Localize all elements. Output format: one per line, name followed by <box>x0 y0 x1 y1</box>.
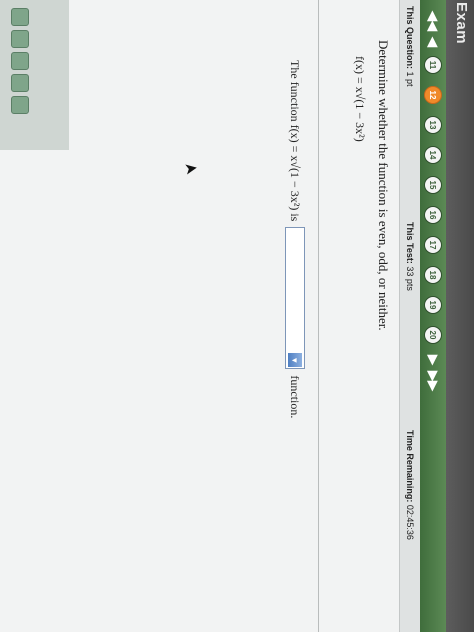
tool-button-icon[interactable] <box>11 8 29 26</box>
test-points: This Test: 33 pts <box>405 222 415 291</box>
answer-suffix: function. <box>288 375 303 419</box>
question-info-bar: This Question: 1 pt This Test: 33 pts Ti… <box>399 0 420 632</box>
nav-left-controls: ◀◀ ◀ 11 12 13 14 15 16 17 18 19 20 <box>424 0 442 350</box>
question-navigation-bar: ◀◀ ◀ 11 12 13 14 15 16 17 18 19 20 ▶ ▶▶ <box>420 0 446 632</box>
answer-dropdown[interactable]: ▼ <box>285 227 305 370</box>
previous-question-icon[interactable]: ◀ <box>425 37 441 47</box>
nav-right-controls: ▶ ▶▶ <box>425 352 441 394</box>
window-title: Exam <box>453 2 470 45</box>
question-button-18[interactable]: 18 <box>424 266 442 284</box>
question-button-20[interactable]: 20 <box>424 326 442 344</box>
question-number-list: 11 12 13 14 15 16 17 18 19 20 <box>424 50 442 350</box>
tool-button-icon[interactable] <box>11 74 29 92</box>
tool-button-icon[interactable] <box>11 30 29 48</box>
question-prompt: Determine whether the function is even, … <box>376 40 391 331</box>
test-points-label: This Test: <box>405 222 415 264</box>
tool-button-icon[interactable] <box>11 52 29 70</box>
function-expression: f(x) = x√(1 − 3x²) <box>353 56 367 142</box>
question-panel: Determine whether the function is even, … <box>69 0 399 632</box>
question-button-11[interactable]: 11 <box>424 56 442 74</box>
mouse-pointer-icon: ➤ <box>183 159 200 179</box>
question-points-label: This Question: <box>405 6 415 69</box>
time-remaining-label: Time Remaining: <box>405 430 415 503</box>
question-button-16[interactable]: 16 <box>424 206 442 224</box>
tool-button-icon[interactable] <box>11 96 29 114</box>
title-bar: Exam <box>446 0 474 632</box>
question-button-15[interactable]: 15 <box>424 176 442 194</box>
answer-sentence: The function f(x) = x√(1 − 3x²) is ▼ fun… <box>285 60 305 418</box>
divider <box>318 0 319 632</box>
screen: Exam ◀◀ ◀ 11 12 13 14 15 16 17 18 19 20 ▶ ▶▶ This… <box>0 0 474 632</box>
answer-prefix: The function f(x) = x√(1 − 3x²) is <box>288 60 303 222</box>
question-points: This Question: 1 pt <box>405 6 415 87</box>
first-question-icon[interactable]: ◀◀ <box>425 11 441 31</box>
tool-sidebar <box>0 0 69 150</box>
last-question-icon[interactable]: ▶▶ <box>425 371 441 391</box>
question-button-13[interactable]: 13 <box>424 116 442 134</box>
question-button-17[interactable]: 17 <box>424 236 442 254</box>
question-points-value: 1 pt <box>405 71 415 87</box>
test-points-value: 33 pts <box>405 266 415 291</box>
question-button-19[interactable]: 19 <box>424 296 442 314</box>
next-question-icon[interactable]: ▶ <box>425 355 441 365</box>
question-button-14[interactable]: 14 <box>424 146 442 164</box>
time-remaining: Time Remaining: 02:45:36 <box>405 430 415 540</box>
question-button-12[interactable]: 12 <box>424 86 442 104</box>
time-remaining-value: 02:45:36 <box>405 504 415 540</box>
chevron-down-icon[interactable]: ▼ <box>288 353 302 368</box>
